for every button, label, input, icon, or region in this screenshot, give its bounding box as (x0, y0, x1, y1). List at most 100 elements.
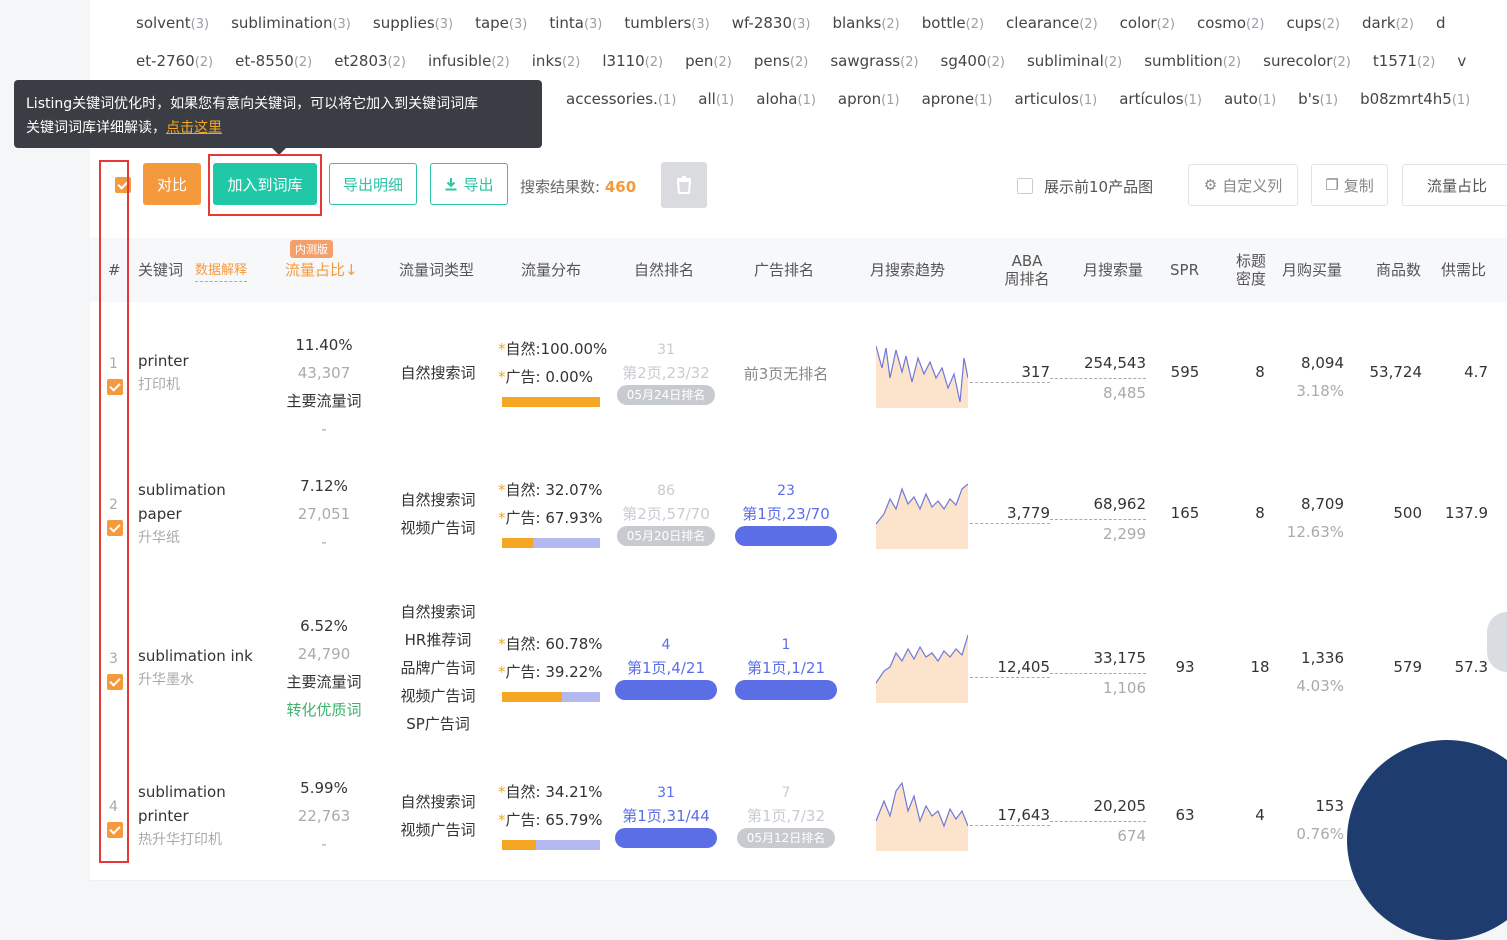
header-traffic-type: 流量词类型 (399, 261, 475, 279)
keyword-tag[interactable]: sublimination(3) (231, 14, 351, 32)
aba-rank-value: 12,405 (970, 658, 1050, 678)
keyword-chinese: 升华墨水 (138, 672, 194, 688)
keyword-tag[interactable]: t1571(2) (1373, 52, 1435, 70)
keyword-tag[interactable]: cups(2) (1286, 14, 1340, 32)
header-spr[interactable]: SPR (1170, 261, 1199, 279)
keyword-tag[interactable]: dark(2) (1362, 14, 1414, 32)
copy-button[interactable]: ❐ 复制 (1311, 164, 1388, 206)
keyword-tag-count: (2) (789, 55, 809, 70)
keyword-tag[interactable]: aloha(1) (756, 90, 816, 108)
ad-rank-cell[interactable]: 23 第1页,23/70 昨日15:31排名 (730, 480, 842, 546)
traffic-type-item: 品牌广告词 (400, 659, 476, 677)
keyword-tag[interactable]: artículos(1) (1119, 90, 1202, 108)
keyword-tag[interactable]: surecolor(2) (1263, 52, 1351, 70)
keyword-tag[interactable]: sumblition(2) (1144, 52, 1241, 70)
keyword-tag[interactable]: infusible(2) (428, 52, 510, 70)
header-monthly-search[interactable]: 月搜索量 (1083, 261, 1143, 279)
ad-rank-time: 昨日15:31排名 (734, 526, 838, 546)
keyword-tag[interactable]: pens(2) (754, 52, 809, 70)
traffic-share-button[interactable]: 流量占比 (1402, 164, 1507, 206)
dist-organic: 自然: 32.07% (505, 481, 603, 499)
organic-rank-cell[interactable]: 31 第1页,31/44 昨日13:55排名 (610, 782, 722, 848)
keyword-tag[interactable]: cosmo(2) (1197, 14, 1264, 32)
delete-button[interactable] (661, 162, 707, 208)
keyword-cell[interactable]: sublimation paper 升华纸 (138, 478, 226, 550)
header-title-density[interactable]: 标题 密度 (1234, 252, 1268, 288)
keyword-tag-count: (3) (508, 17, 528, 32)
header-monthly-purchase[interactable]: 月购买量 (1282, 261, 1342, 279)
keyword-tag[interactable]: color(2) (1120, 14, 1175, 32)
dist-star: * (498, 368, 506, 386)
keyword-tag[interactable]: tape(3) (475, 14, 527, 32)
keyword-tag[interactable]: subliminal(2) (1027, 52, 1122, 70)
tooltip-link[interactable]: 点击这里 (166, 120, 222, 136)
keyword-tag-label: color (1119, 14, 1157, 32)
keyword-tag[interactable]: et-2760(2) (136, 52, 213, 70)
keyword-tag-label: t1571 (1372, 52, 1417, 70)
monthly-trend-sparkline[interactable] (876, 479, 968, 549)
keyword-tag[interactable]: tinta(3) (549, 14, 602, 32)
dist-bar (502, 692, 600, 702)
header-density-line2: 密度 (1235, 270, 1266, 288)
keyword-tag[interactable]: b's(1) (1298, 90, 1338, 108)
custom-columns-button[interactable]: ⚙ 自定义列 (1188, 164, 1298, 206)
export-detail-button[interactable]: 导出明细 (329, 163, 417, 205)
keyword-tag[interactable]: accessories.(1) (566, 90, 676, 108)
keyword-tag[interactable]: bottle(2) (922, 14, 984, 32)
keyword-tag[interactable]: sg400(2) (941, 52, 1005, 70)
keyword-tag[interactable]: tumblers(3) (624, 14, 709, 32)
keyword-tag[interactable]: et2803(2) (334, 52, 406, 70)
organic-rank-cell[interactable]: 31 第2页,23/32 05月24日排名 (610, 339, 722, 405)
keyword-tag[interactable]: wf-2830(3) (732, 14, 811, 32)
header-product-count[interactable]: 商品数 (1376, 261, 1421, 279)
keyword-cell[interactable]: sublimation ink 升华墨水 (138, 644, 253, 692)
keyword-tag[interactable]: et-8550(2) (235, 52, 312, 70)
result-count: 搜索结果数: 460 (520, 176, 636, 197)
monthly-search-value: 254,543 (1050, 349, 1146, 379)
keyword-tag[interactable]: auto(1) (1224, 90, 1276, 108)
header-traffic-share[interactable]: 流量占比↓ (285, 261, 358, 279)
keyword-cell[interactable]: printer 打印机 (138, 349, 189, 397)
keyword-tag[interactable]: pen(2) (685, 52, 732, 70)
monthly-trend-sparkline[interactable] (876, 338, 968, 408)
keyword-tag[interactable]: aprone(1) (922, 90, 993, 108)
keyword-tag[interactable]: solvent(3) (136, 14, 209, 32)
monthly-trend-sparkline[interactable] (876, 781, 968, 851)
dist-star: * (498, 635, 506, 653)
monthly-trend-sparkline[interactable] (876, 633, 968, 703)
keyword-tag-count: (2) (387, 55, 406, 70)
dist-star: * (498, 663, 506, 681)
organic-rank-cell[interactable]: 4 第1页,4/21 今日11:41排名 (610, 634, 722, 700)
header-data-explain[interactable]: 数据解释 (195, 262, 248, 282)
header-supply-demand[interactable]: 供需比 (1441, 261, 1486, 279)
gear-icon: ⚙ (1203, 176, 1218, 194)
keyword-tag[interactable]: all(1) (698, 90, 734, 108)
header-aba-rank[interactable]: ABA 周排名 (1003, 252, 1051, 288)
keyword-tag[interactable]: clearance(2) (1006, 14, 1098, 32)
keyword-tag[interactable]: inks(2) (532, 52, 581, 70)
result-count-value: 460 (604, 178, 637, 196)
keyword-tag[interactable]: b08zmrt4h5(1) (1360, 90, 1470, 108)
keyword-tag[interactable]: articulos(1) (1014, 90, 1097, 108)
traffic-share-cell: 11.40% 43,307 主要流量词 - (270, 331, 378, 443)
keyword-tag[interactable]: supplies(3) (373, 14, 453, 32)
ad-rank-cell[interactable]: 7 第1页,7/32 05月12日排名 (730, 782, 842, 848)
keyword-tag[interactable]: sawgrass(2) (830, 52, 918, 70)
keyword-tag[interactable]: blanks(2) (832, 14, 899, 32)
spr-value: 165 (1170, 504, 1200, 522)
keyword-tag[interactable]: d (1436, 14, 1446, 32)
compare-button[interactable]: 对比 (143, 163, 201, 205)
traffic-share-dash: - (321, 420, 327, 438)
organic-rank-cell[interactable]: 86 第2页,57/70 05月20日排名 (610, 480, 722, 546)
dist-star: * (498, 509, 506, 527)
keyword-tag[interactable]: apron(1) (838, 90, 900, 108)
keyword-tag[interactable]: v (1457, 52, 1466, 70)
keyword-tag-count: (3) (332, 17, 351, 32)
supply-demand-value: 137.9 (1445, 504, 1488, 522)
keyword-tag[interactable]: l3110(2) (602, 52, 663, 70)
export-button[interactable]: 导出 (430, 163, 508, 205)
keyword-cell[interactable]: sublimation printer 热升华打印机 (138, 780, 226, 852)
ad-rank-cell[interactable]: 1 第1页,1/21 今日11:41排名 (730, 634, 842, 700)
keyword-tag-label: tumblers (624, 14, 692, 32)
show-top10-checkbox[interactable] (1017, 178, 1033, 194)
